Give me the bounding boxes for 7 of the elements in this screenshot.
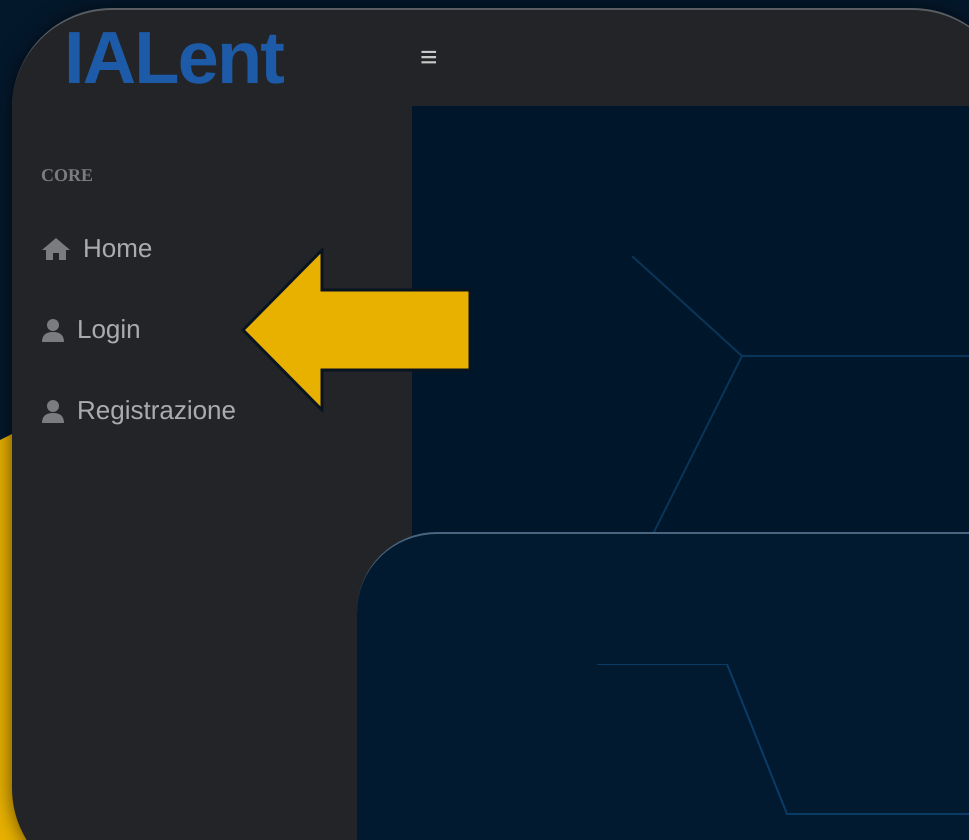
user-icon: [41, 318, 65, 342]
sidebar-heading: CORE: [41, 164, 94, 187]
sidebar-item[interactable]: Registrazione: [41, 391, 236, 430]
sidebar-item[interactable]: Home: [41, 229, 152, 268]
sidebar-item[interactable]: Login: [41, 310, 141, 349]
home-icon: [41, 236, 71, 260]
user-icon: [41, 398, 65, 422]
